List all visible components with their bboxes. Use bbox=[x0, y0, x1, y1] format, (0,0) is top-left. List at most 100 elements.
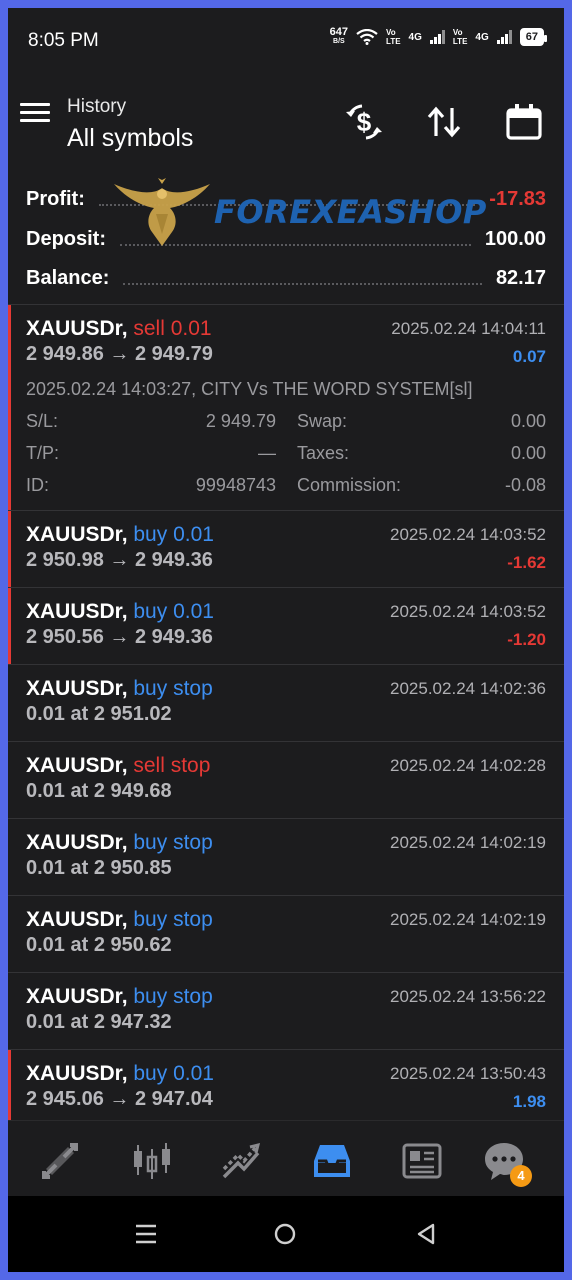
deal-symbol: XAUUSDr, bbox=[26, 523, 128, 546]
deal-row[interactable]: XAUUSDr, sell 0.01 2 949.86 → 2 949.79 2… bbox=[8, 304, 564, 510]
taxes-value: 0.00 bbox=[510, 443, 546, 463]
swap-label: Swap: bbox=[297, 411, 348, 431]
bottom-nav: 4 bbox=[8, 1120, 564, 1197]
signal-icon bbox=[429, 30, 445, 44]
system-nav bbox=[8, 1196, 564, 1272]
order-symbol: XAUUSDr, bbox=[26, 831, 128, 854]
deal-profit: -1.20 bbox=[507, 630, 546, 649]
deal-symbol: XAUUSDr, bbox=[26, 317, 128, 340]
nav-history[interactable] bbox=[310, 1139, 354, 1183]
order-time: 2025.02.24 14:02:19 bbox=[390, 833, 546, 852]
deal-time: 2025.02.24 14:03:52 bbox=[390, 602, 546, 621]
deal-symbol: XAUUSDr, bbox=[26, 600, 128, 623]
profit-value: -17.83 bbox=[489, 187, 546, 210]
nav-chart[interactable] bbox=[130, 1139, 174, 1183]
deal-profit: 1.98 bbox=[512, 1092, 546, 1111]
order-row[interactable]: XAUUSDr, sell stop 0.01 at 2 949.68 2025… bbox=[8, 741, 564, 818]
order-title: XAUUSDr, buy stop bbox=[26, 985, 213, 1009]
order-symbol: XAUUSDr, bbox=[26, 908, 128, 931]
history-list: XAUUSDr, sell 0.01 2 949.86 → 2 949.79 2… bbox=[8, 304, 564, 1126]
phone-screen: 8:05 PM 647 B/S Vo LTE 4G Vo LTE 4G 67 H… bbox=[8, 8, 564, 1272]
order-row[interactable]: XAUUSDr, buy stop 0.01 at 2 951.02 2025.… bbox=[8, 664, 564, 741]
net-speed: 647 B/S bbox=[329, 26, 349, 46]
deal-type: buy 0.01 bbox=[133, 600, 214, 623]
deal-row[interactable]: XAUUSDr, buy 0.01 2 950.98 → 2 949.36 20… bbox=[8, 510, 564, 587]
order-volume-price: 0.01 at 2 950.85 bbox=[26, 857, 172, 879]
commission-value: -0.08 bbox=[504, 475, 546, 495]
dollar-sync-icon: $ bbox=[346, 104, 382, 140]
nav-quotes[interactable] bbox=[38, 1139, 82, 1183]
deal-title: XAUUSDr, buy 0.01 bbox=[26, 600, 214, 624]
order-title: XAUUSDr, buy stop bbox=[26, 831, 213, 855]
deal-time: 2025.02.24 14:04:11 bbox=[391, 319, 546, 338]
tp-value: — bbox=[258, 443, 276, 463]
svg-text:$: $ bbox=[357, 107, 372, 137]
deal-row[interactable]: XAUUSDr, buy 0.01 2 950.56 → 2 949.36 20… bbox=[8, 587, 564, 664]
trade-icon bbox=[222, 1142, 261, 1179]
detail-row: ID: 99948743 Commission: -0.08 bbox=[26, 475, 546, 499]
commission-label: Commission: bbox=[297, 475, 402, 495]
deal-time: 2025.02.24 13:50:43 bbox=[390, 1064, 546, 1083]
menu-button[interactable] bbox=[20, 100, 50, 130]
deal-profit: -1.62 bbox=[507, 553, 546, 572]
watermark: FOREXEASHOP bbox=[112, 174, 487, 250]
deal-symbol: XAUUSDr, bbox=[26, 1062, 128, 1085]
order-row[interactable]: XAUUSDr, buy stop 0.01 at 2 947.32 2025.… bbox=[8, 972, 564, 1049]
order-volume-price: 0.01 at 2 949.68 bbox=[26, 780, 172, 802]
profit-label: Profit: bbox=[26, 187, 85, 210]
deal-prices: 2 949.86 → 2 949.79 bbox=[26, 343, 213, 365]
hamburger-line bbox=[20, 103, 50, 106]
symbol-filter[interactable]: All symbols bbox=[67, 124, 193, 153]
balance-row: Balance: 82.17 bbox=[26, 263, 546, 293]
balance-label: Balance: bbox=[26, 266, 110, 289]
watermark-text: FOREXEASHOP bbox=[214, 193, 487, 231]
wifi-icon bbox=[356, 29, 378, 45]
order-volume-price: 0.01 at 2 947.32 bbox=[26, 1011, 172, 1033]
balance-value: 82.17 bbox=[495, 266, 546, 289]
order-time: 2025.02.24 14:02:36 bbox=[390, 679, 546, 698]
chart-icon bbox=[134, 1143, 170, 1179]
battery-icon: 67 bbox=[519, 28, 548, 46]
nav-messages[interactable]: 4 bbox=[482, 1139, 532, 1187]
net-speed-value: 647 bbox=[329, 26, 349, 38]
deal-indicator-bar bbox=[8, 588, 11, 664]
deal-row[interactable]: XAUUSDr, buy 0.01 2 945.06 → 2 947.04 20… bbox=[8, 1049, 564, 1126]
calendar-button[interactable] bbox=[502, 100, 546, 144]
network-type-2: 4G bbox=[475, 31, 489, 43]
deal-time: 2025.02.24 14:03:52 bbox=[390, 525, 546, 544]
volte-indicator-2: Vo LTE bbox=[453, 28, 468, 46]
order-type: sell stop bbox=[133, 754, 211, 777]
tp-label: T/P: bbox=[26, 443, 60, 463]
order-time: 2025.02.24 13:56:22 bbox=[390, 987, 546, 1006]
messages-badge: 4 bbox=[510, 1165, 532, 1187]
deal-title: XAUUSDr, sell 0.01 bbox=[26, 317, 212, 341]
order-symbol: XAUUSDr, bbox=[26, 677, 128, 700]
order-title: XAUUSDr, sell stop bbox=[26, 754, 210, 778]
dollar-sync-button[interactable]: $ bbox=[342, 100, 386, 144]
page-subtitle: History bbox=[67, 96, 127, 117]
dotted-leader bbox=[123, 283, 482, 285]
deal-open-info: 2025.02.24 14:03:27, CITY Vs THE WORD SY… bbox=[26, 379, 473, 399]
order-symbol: XAUUSDr, bbox=[26, 754, 128, 777]
order-row[interactable]: XAUUSDr, buy stop 0.01 at 2 950.62 2025.… bbox=[8, 895, 564, 972]
back-icon[interactable] bbox=[414, 1222, 438, 1246]
deal-type: sell 0.01 bbox=[133, 317, 212, 340]
order-row[interactable]: XAUUSDr, buy stop 0.01 at 2 950.85 2025.… bbox=[8, 818, 564, 895]
sort-button[interactable] bbox=[422, 100, 466, 144]
nav-news[interactable] bbox=[400, 1139, 444, 1183]
calendar-icon bbox=[506, 104, 542, 140]
status-time: 8:05 PM bbox=[28, 30, 99, 51]
order-type: buy stop bbox=[133, 908, 213, 931]
nav-trade[interactable] bbox=[220, 1139, 264, 1183]
summary-panel: Profit: -17.83 Deposit: 100.00 Balance: … bbox=[8, 174, 564, 304]
quotes-icon bbox=[42, 1143, 78, 1179]
home-icon[interactable] bbox=[273, 1222, 297, 1246]
order-type: buy stop bbox=[133, 831, 213, 854]
swap-value: 0.00 bbox=[510, 411, 546, 431]
order-title: XAUUSDr, buy stop bbox=[26, 908, 213, 932]
deal-prices: 2 950.98 → 2 949.36 bbox=[26, 549, 213, 571]
deal-prices: 2 950.56 → 2 949.36 bbox=[26, 626, 213, 648]
sort-icon bbox=[427, 106, 461, 138]
recents-icon[interactable] bbox=[134, 1222, 158, 1246]
deal-indicator-bar bbox=[8, 511, 11, 587]
